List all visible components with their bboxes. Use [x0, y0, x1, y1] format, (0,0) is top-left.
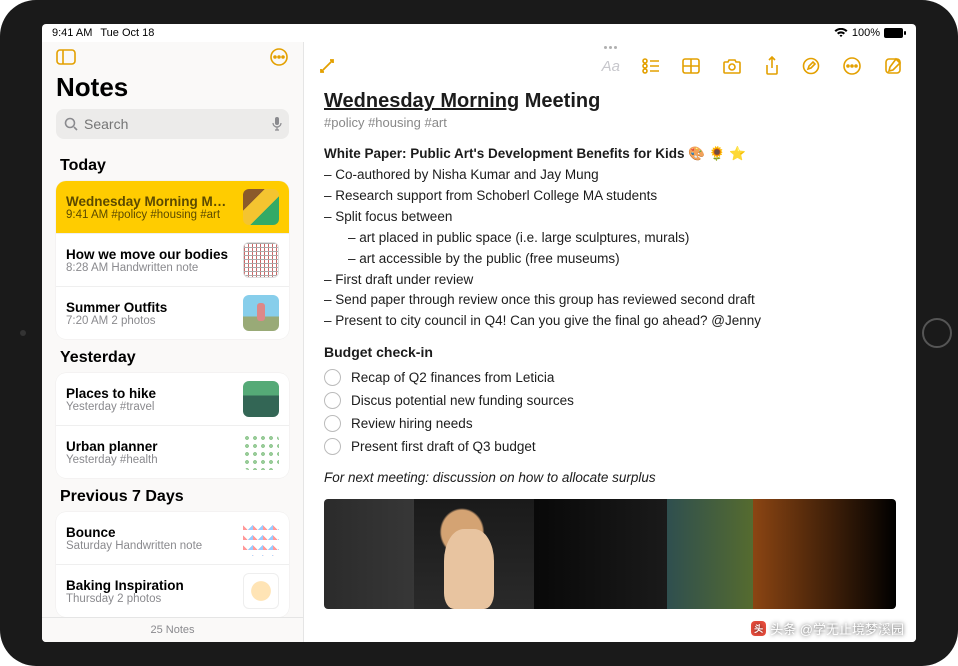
checklist-label: Present first draft of Q3 budget [351, 439, 536, 454]
note-item[interactable]: How we move our bodies8:28 AM Handwritte… [56, 234, 289, 287]
section-header: Previous 7 Days [56, 478, 289, 512]
note-thumbnail [243, 189, 279, 225]
note-item-title: Wednesday Morning Meeting [66, 194, 233, 209]
checklist-label: Discus potential new funding sources [351, 393, 574, 408]
home-button[interactable] [922, 318, 952, 348]
sidebar-footer: 25 Notes [42, 617, 303, 642]
body-line: – First draft under review [324, 270, 896, 291]
note-thumbnail [243, 381, 279, 417]
note-item-title: Urban planner [66, 439, 233, 454]
search-field[interactable] [84, 116, 265, 132]
editor-pane: Aa Wednesday Morning Meeting #policy #ho… [304, 42, 916, 642]
note-title: Wednesday Morning Meeting [324, 90, 896, 113]
checkbox-icon[interactable] [324, 438, 341, 455]
body-line: – Split focus between [324, 207, 896, 228]
note-tags: #policy #housing #art [324, 115, 896, 130]
battery-percent: 100% [852, 27, 880, 39]
markup-icon[interactable] [802, 57, 820, 75]
wifi-icon [834, 28, 848, 38]
note-item-meta: 8:28 AM Handwritten note [66, 262, 233, 274]
note-item-meta: Saturday Handwritten note [66, 540, 233, 552]
note-item-title: Baking Inspiration [66, 578, 233, 593]
note-item-meta: 7:20 AM 2 photos [66, 315, 233, 327]
body-line: – art placed in public space (i.e. large… [324, 228, 896, 249]
note-item-meta: Yesterday #travel [66, 401, 233, 413]
search-input[interactable] [56, 109, 289, 139]
note-item[interactable]: Places to hikeYesterday #travel [56, 373, 289, 426]
camera-icon[interactable] [722, 58, 742, 74]
body-line: – art accessible by the public (free mus… [324, 249, 896, 270]
share-icon[interactable] [764, 56, 780, 76]
note-thumbnail [243, 295, 279, 331]
checklist-item[interactable]: Review hiring needs [324, 412, 896, 435]
checklist-icon[interactable] [642, 58, 660, 74]
note-image[interactable] [324, 499, 896, 609]
section-header: Yesterday [56, 339, 289, 373]
compose-icon[interactable] [884, 57, 902, 75]
checkbox-icon[interactable] [324, 369, 341, 386]
note-thumbnail [243, 573, 279, 609]
watermark: 头 头条 @学无止境梦溪园 [751, 619, 904, 638]
more-icon[interactable] [269, 47, 289, 67]
checklist: Recap of Q2 finances from Leticia Discus … [324, 366, 896, 458]
search-icon [64, 117, 78, 131]
note-item[interactable]: Baking InspirationThursday 2 photos [56, 565, 289, 617]
body-line: – Present to city council in Q4! Can you… [324, 311, 896, 332]
checklist-item[interactable]: Present first draft of Q3 budget [324, 435, 896, 458]
battery-icon [884, 28, 906, 38]
note-thumbnail [243, 242, 279, 278]
note-item[interactable]: Wednesday Morning Meeting9:41 AM #policy… [56, 181, 289, 234]
section-header: Today [56, 147, 289, 181]
checklist-item[interactable]: Discus potential new funding sources [324, 389, 896, 412]
note-item-title: Summer Outfits [66, 300, 233, 315]
expand-icon[interactable] [318, 57, 336, 75]
sidebar: Notes TodayWednesday Morning Meeting9:41… [42, 42, 304, 642]
next-meeting-note: For next meeting: discussion on how to a… [324, 470, 896, 485]
more-editor-icon[interactable] [842, 56, 862, 76]
note-item-meta: 9:41 AM #policy #housing #art [66, 209, 233, 221]
table-icon[interactable] [682, 58, 700, 74]
checkbox-icon[interactable] [324, 392, 341, 409]
note-item[interactable]: BounceSaturday Handwritten note [56, 512, 289, 565]
note-item-meta: Yesterday #health [66, 454, 233, 466]
white-paper-heading: White Paper: Public Art's Development Be… [324, 144, 896, 165]
sidebar-toggle-icon[interactable] [56, 49, 76, 65]
mic-icon[interactable] [271, 116, 283, 132]
note-item-title: Places to hike [66, 386, 233, 401]
status-bar: 9:41 AM Tue Oct 18 100% [42, 24, 916, 42]
body-line: – Send paper through review once this gr… [324, 290, 896, 311]
status-time: 9:41 AM [52, 27, 92, 39]
note-body[interactable]: Wednesday Morning Meeting #policy #housi… [304, 80, 916, 642]
note-item[interactable]: Urban plannerYesterday #health [56, 426, 289, 478]
checkbox-icon[interactable] [324, 415, 341, 432]
budget-heading: Budget check-in [324, 344, 896, 360]
checklist-item[interactable]: Recap of Q2 finances from Leticia [324, 366, 896, 389]
notes-list[interactable]: TodayWednesday Morning Meeting9:41 AM #p… [42, 147, 303, 617]
body-line: – Research support from Schoberl College… [324, 186, 896, 207]
checklist-label: Review hiring needs [351, 416, 473, 431]
multitask-grabber[interactable] [304, 42, 916, 52]
note-item-title: Bounce [66, 525, 233, 540]
note-thumbnail [243, 520, 279, 556]
status-date: Tue Oct 18 [100, 27, 154, 39]
format-icon[interactable]: Aa [602, 58, 620, 75]
note-item-title: How we move our bodies [66, 247, 233, 262]
note-item-meta: Thursday 2 photos [66, 593, 233, 605]
checklist-label: Recap of Q2 finances from Leticia [351, 370, 554, 385]
note-item[interactable]: Summer Outfits7:20 AM 2 photos [56, 287, 289, 339]
body-line: – Co-authored by Nisha Kumar and Jay Mun… [324, 165, 896, 186]
note-thumbnail [243, 434, 279, 470]
sidebar-title: Notes [42, 72, 303, 109]
